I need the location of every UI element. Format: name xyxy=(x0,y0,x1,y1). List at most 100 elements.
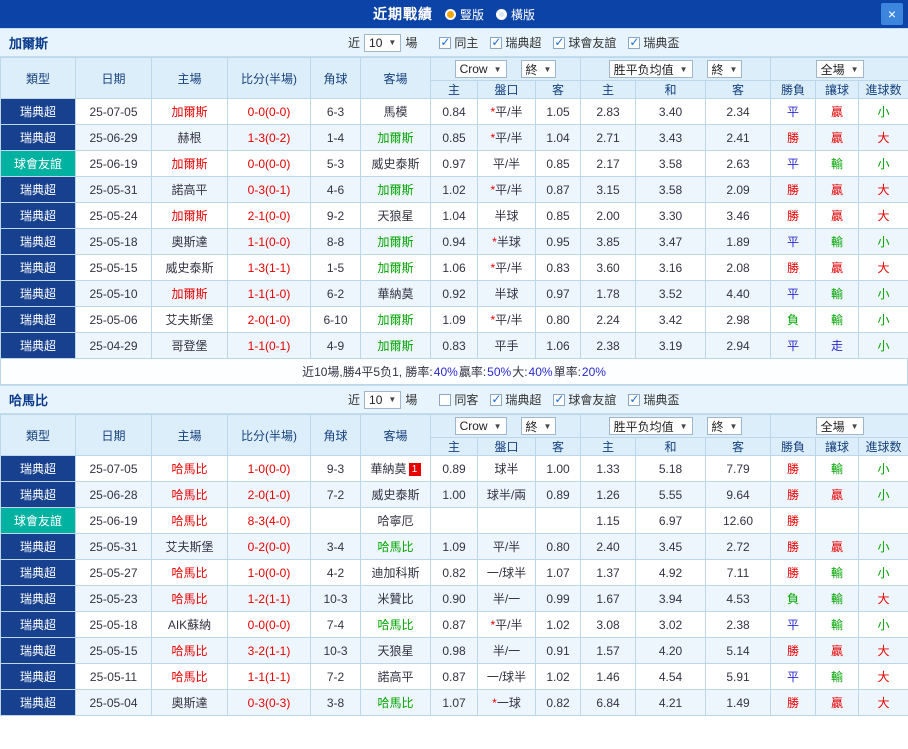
matches-table-gais: 類型 日期 主場 比分(半場) 角球 客場 Crow ▼ 終 ▼ 胜平负均值 ▼ 終 ▼ xyxy=(0,57,908,359)
match-date: 25-05-11 xyxy=(75,663,152,690)
away-team: 加爾斯 xyxy=(360,124,431,151)
avg-away-odds: 9.64 xyxy=(705,481,772,508)
summary-segment: 近10場,勝4平5负1, 勝率: xyxy=(302,365,433,379)
away-odds: 0.80 xyxy=(534,306,582,333)
avg-draw-odds: 3.47 xyxy=(635,228,707,255)
league-checkbox-cup[interactable]: 瑞典盃 xyxy=(628,391,679,408)
final-odds-select[interactable]: 終 ▼ xyxy=(520,60,557,78)
corner-score xyxy=(310,507,361,534)
final-avg-select[interactable]: 終 ▼ xyxy=(706,417,743,435)
page-title: 近期戰績 xyxy=(372,6,433,22)
handicap-result-label xyxy=(815,507,860,534)
goals-label: 大 xyxy=(858,176,908,203)
chevron-down-icon: ▼ xyxy=(729,421,738,431)
league-badge: 瑞典超 xyxy=(0,689,76,716)
goals-label: 小 xyxy=(858,455,908,482)
handicap: *半球 xyxy=(477,228,536,255)
layout-radio-vertical[interactable]: 豎版 xyxy=(444,6,484,23)
corner-score: 10-3 xyxy=(310,585,361,612)
chevron-down-icon: ▼ xyxy=(388,38,397,47)
full-match-select[interactable]: 全場 ▼ xyxy=(815,417,864,435)
avg-draw-odds: 3.94 xyxy=(635,585,707,612)
result-label: 平 xyxy=(770,98,817,125)
team-header-hammarby: 哈馬比 近 10 ▼ 場 同客 瑞典超 球會友誼 瑞典盃 xyxy=(0,385,908,414)
home-team: AIK蘇納 xyxy=(151,611,228,638)
avg-home-odds: 2.40 xyxy=(580,533,637,560)
handicap: *平/半 xyxy=(477,254,536,281)
match-date: 25-05-18 xyxy=(75,228,152,255)
handicap: 平手 xyxy=(477,332,536,359)
radio-selected-icon xyxy=(444,8,456,20)
match-count-value: 10 xyxy=(369,392,383,407)
league-badge: 瑞典超 xyxy=(0,280,76,307)
layout-radio-horizontal[interactable]: 橫版 xyxy=(496,6,535,23)
away-odds: 0.82 xyxy=(534,689,582,716)
close-button[interactable]: × xyxy=(881,3,903,25)
corner-score: 5-3 xyxy=(310,150,361,177)
match-count-select[interactable]: 10 ▼ xyxy=(364,33,402,52)
home-odds: 0.89 xyxy=(430,455,478,482)
col-result: 勝負 xyxy=(770,437,817,456)
col-date: 日期 xyxy=(75,57,152,99)
away-odds: 1.06 xyxy=(534,332,582,359)
result-label: 負 xyxy=(770,585,817,612)
home-odds: 1.07 xyxy=(430,689,478,716)
match-row: 瑞典超 25-04-29 哥登堡 1-1(0-1) 4-9 加爾斯 0.83 平手 1.06 2.… xyxy=(0,332,908,359)
full-match-select[interactable]: 全場 ▼ xyxy=(815,60,864,78)
away-odds: 0.87 xyxy=(534,176,582,203)
league-checkbox-friendly[interactable]: 球會友誼 xyxy=(553,391,616,408)
avg-home-odds: 1.67 xyxy=(580,585,637,612)
bookmaker-select[interactable]: Crow ▼ xyxy=(454,417,507,435)
corner-score: 10-3 xyxy=(310,637,361,664)
handicap: 半/一 xyxy=(477,585,536,612)
avg-away-odds: 2.94 xyxy=(705,332,772,359)
match-score: 1-1(1-1) xyxy=(227,663,311,690)
avg-odds-select[interactable]: 胜平负均值 ▼ xyxy=(608,417,693,435)
avg-draw-odds: 4.21 xyxy=(635,689,707,716)
match-count-select[interactable]: 10 ▼ xyxy=(364,390,402,409)
avg-home-odds: 6.84 xyxy=(580,689,637,716)
away-team: 米贊比 xyxy=(360,585,431,612)
filter-bar: 近 10 ▼ 場 同主 瑞典超 球會友誼 瑞典盃 xyxy=(348,33,679,52)
odds-controls: Crow ▼ 終 ▼ xyxy=(429,414,582,438)
home-odds: 1.02 xyxy=(430,176,478,203)
goals-label: 小 xyxy=(858,228,908,255)
corner-score: 4-2 xyxy=(310,559,361,586)
final-odds-select[interactable]: 終 ▼ xyxy=(520,417,557,435)
final-avg-select[interactable]: 終 ▼ xyxy=(706,60,743,78)
avg-away-odds: 2.41 xyxy=(705,124,772,151)
corner-score: 3-8 xyxy=(310,689,361,716)
match-date: 25-05-27 xyxy=(75,559,152,586)
same-venue-checkbox[interactable]: 同主 xyxy=(439,34,478,51)
same-venue-checkbox[interactable]: 同客 xyxy=(439,391,478,408)
goals-label: 小 xyxy=(858,280,908,307)
league-checkbox-friendly[interactable]: 球會友誼 xyxy=(553,34,616,51)
away-team: 哈寧厄 xyxy=(360,507,431,534)
col-odds-home: 主 xyxy=(430,80,478,99)
col-type: 類型 xyxy=(0,414,76,456)
avg-odds-select[interactable]: 胜平负均值 ▼ xyxy=(608,60,693,78)
corner-score: 9-3 xyxy=(310,455,361,482)
avg-draw-odds: 3.45 xyxy=(635,533,707,560)
handicap-result-label: 輸 xyxy=(815,585,860,612)
goals-label: 大 xyxy=(858,689,908,716)
league-badge: 瑞典超 xyxy=(0,455,76,482)
away-odds: 0.80 xyxy=(534,533,582,560)
avg-draw-odds: 5.55 xyxy=(635,481,707,508)
match-score: 0-2(0-0) xyxy=(227,533,311,560)
goals-label: 小 xyxy=(858,611,908,638)
league-checkbox-allsvenskan[interactable]: 瑞典超 xyxy=(490,391,541,408)
result-label: 平 xyxy=(770,611,817,638)
bookmaker-select[interactable]: Crow ▼ xyxy=(454,60,507,78)
league-checkbox-allsvenskan[interactable]: 瑞典超 xyxy=(490,34,541,51)
matches-tbody: 瑞典超 25-07-05 哈馬比 1-0(0-0) 9-3 華納莫 1 0.89 球半 1.00 1… xyxy=(0,455,908,716)
away-team: 馬模 xyxy=(360,98,431,125)
col-goals: 進球数 xyxy=(858,80,908,99)
league-checkbox-cup[interactable]: 瑞典盃 xyxy=(628,34,679,51)
match-row: 瑞典超 25-06-28 哈馬比 2-0(1-0) 7-2 威史泰斯 1.00 球半/兩 0.8… xyxy=(0,481,908,508)
league-label: 瑞典超 xyxy=(505,36,542,50)
matches-label: 場 xyxy=(405,36,418,50)
avg-draw-odds: 3.58 xyxy=(635,176,707,203)
col-odds-away: 客 xyxy=(534,80,582,99)
corner-score: 9-2 xyxy=(310,202,361,229)
